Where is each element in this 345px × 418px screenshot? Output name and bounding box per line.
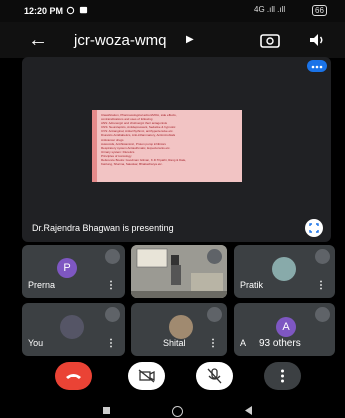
participant-tile[interactable]: A A 93 others	[234, 303, 335, 356]
recents-icon[interactable]	[103, 407, 110, 414]
status-bar: 12:20 PM 4G .ıll .ıll 66	[0, 0, 345, 22]
sync-icon	[66, 6, 75, 15]
participant-name: A	[240, 338, 247, 348]
participant-tile[interactable]	[131, 245, 227, 298]
chevron-right-icon[interactable]: ▶	[186, 34, 194, 45]
system-nav-bar	[0, 400, 345, 418]
battery-indicator: 66	[312, 5, 327, 16]
back-nav-icon[interactable]	[244, 406, 253, 415]
fullscreen-icon	[309, 223, 319, 233]
mic-off-icon	[207, 368, 222, 384]
meeting-code[interactable]: jcr-woza-wmq	[74, 32, 167, 49]
more-options-button[interactable]	[264, 362, 301, 390]
pin-icon[interactable]	[307, 60, 327, 72]
meeting-header	[0, 22, 345, 58]
mic-toggle-button[interactable]	[196, 362, 233, 390]
avatar: A	[276, 317, 296, 337]
mic-off-icon	[315, 307, 330, 322]
camera-toggle-button[interactable]	[128, 362, 165, 390]
participant-name: Prerna	[28, 280, 56, 290]
avatar	[169, 315, 193, 339]
video-off-icon	[138, 369, 155, 383]
mic-off-icon	[207, 307, 222, 322]
mic-off-icon	[105, 307, 120, 322]
participant-tile[interactable]: P Prerna ⋮	[22, 245, 125, 298]
participant-name: Pratik	[240, 280, 264, 290]
more-options-icon[interactable]: ⋮	[208, 338, 218, 349]
participant-tile[interactable]: Pratik ⋮	[234, 245, 335, 298]
hang-up-button[interactable]	[55, 362, 92, 390]
avatar	[60, 315, 84, 339]
message-icon	[79, 6, 88, 14]
back-arrow-icon[interactable]: ←	[28, 30, 48, 50]
fullscreen-button[interactable]	[305, 219, 323, 237]
participant-tile[interactable]: Shital ⋮	[131, 303, 227, 356]
switch-camera-icon[interactable]	[259, 31, 281, 49]
presentation-slide: Classification, Pharmacological action/M…	[92, 110, 242, 182]
more-vert-icon	[281, 369, 284, 383]
more-options-icon[interactable]: ⋮	[106, 280, 116, 291]
mic-off-icon	[207, 249, 222, 264]
others-count[interactable]: 93 others	[256, 337, 304, 350]
signal-indicator: 4G .ıll .ıll	[254, 5, 286, 14]
more-options-icon[interactable]: ⋮	[106, 338, 116, 349]
status-time: 12:20 PM	[24, 6, 64, 16]
phone-icon	[66, 374, 81, 379]
slide-line: Katzung, Sharma, Satoskar, Bhattacharya …	[101, 162, 163, 167]
avatar	[272, 257, 296, 281]
home-icon[interactable]	[172, 406, 183, 417]
participant-tile[interactable]: You ⋮	[22, 303, 125, 356]
mic-off-icon	[105, 249, 120, 264]
presenter-label: Dr.Rajendra Bhagwan is presenting	[32, 223, 174, 233]
participant-name: Shital	[163, 338, 186, 348]
mic-off-icon	[315, 249, 330, 264]
more-options-icon[interactable]: ⋮	[316, 280, 326, 291]
avatar: P	[57, 258, 77, 278]
participant-name: You	[28, 338, 44, 348]
speaker-icon[interactable]	[308, 31, 326, 49]
